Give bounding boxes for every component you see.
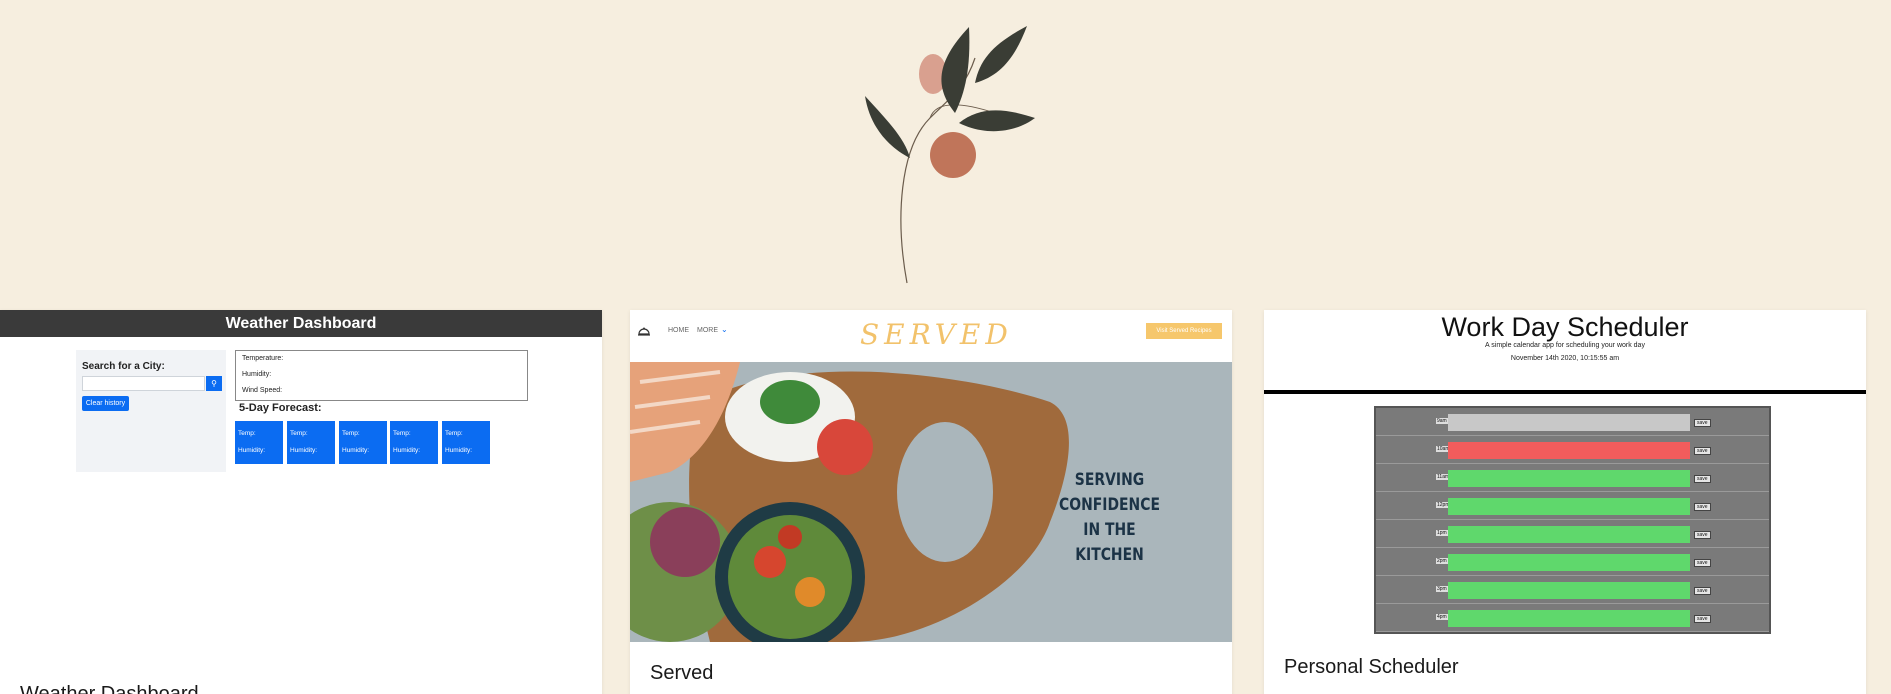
save-button[interactable]: save [1694, 587, 1711, 595]
forecast-temp: Temp: [445, 430, 463, 437]
save-button[interactable]: save [1694, 503, 1711, 511]
time-block-row: 4pm save [1376, 604, 1769, 632]
forecast-card: Temp: Humidity: [235, 421, 283, 464]
hour-label: 4pm [1436, 614, 1448, 620]
forecast-humidity: Humidity: [238, 447, 266, 454]
forecast-humidity: Humidity: [393, 447, 421, 454]
project-title[interactable]: Weather Dashboard [20, 683, 199, 694]
time-block-row: 9am save [1376, 408, 1769, 436]
hour-label: 9am [1436, 418, 1448, 424]
event-textarea[interactable] [1448, 610, 1690, 627]
weather-screenshot: Weather Dashboard Search for a City: ⚲ C… [0, 310, 602, 472]
city-search-input[interactable] [82, 376, 205, 391]
nav-home-link[interactable]: HOME [668, 327, 689, 334]
scheduler-subtitle: A simple calendar app for scheduling you… [1485, 342, 1645, 349]
served-hero-image: SERVING CONFIDENCE IN THE KITCHEN [630, 362, 1232, 642]
forecast-temp: Temp: [290, 430, 308, 437]
divider [1264, 390, 1866, 394]
forecast-temp: Temp: [393, 430, 411, 437]
scheduler-title: Work Day Scheduler [1441, 312, 1689, 342]
event-textarea[interactable] [1448, 498, 1690, 515]
weather-header: Weather Dashboard [0, 310, 602, 337]
project-card-served[interactable]: HOME MORE ⌄ SERVED Visit Served Recipes [630, 310, 1232, 694]
forecast-card: Temp: Humidity: [287, 421, 335, 464]
forecast-temp: Temp: [342, 430, 360, 437]
project-card-weather[interactable]: Weather Dashboard Search for a City: ⚲ C… [0, 310, 602, 694]
humidity-label: Humidity: [242, 371, 272, 378]
temperature-label: Temperature: [242, 355, 284, 362]
hour-label: 1pm [1436, 530, 1448, 536]
time-block-row: 10am save [1376, 436, 1769, 464]
plant-sprig-icon [865, 26, 1035, 284]
scheduler-date: November 14th 2020, 10:15:55 am [1510, 355, 1620, 362]
forecast-humidity: Humidity: [342, 447, 370, 454]
save-button[interactable]: save [1694, 615, 1711, 623]
save-button[interactable]: save [1694, 475, 1711, 483]
forecast-humidity: Humidity: [290, 447, 318, 454]
time-block-row: 1pm save [1376, 520, 1769, 548]
magnifier-icon[interactable]: ⚲ [206, 376, 222, 391]
cloche-icon[interactable] [637, 325, 651, 339]
event-textarea[interactable] [1448, 470, 1690, 487]
save-button[interactable]: save [1694, 447, 1711, 455]
time-block-row: 3pm save [1376, 576, 1769, 604]
forecast-temp: Temp: [238, 430, 256, 437]
save-button[interactable]: save [1694, 559, 1711, 567]
hour-label: 2pm [1436, 558, 1448, 564]
hour-label: 3pm [1436, 586, 1448, 592]
search-label: Search for a City: [82, 361, 165, 372]
time-block-row: 11am save [1376, 464, 1769, 492]
event-textarea[interactable] [1448, 526, 1690, 543]
nav-more-link[interactable]: MORE [697, 327, 718, 334]
hero-line: KITCHEN [1075, 545, 1144, 565]
event-textarea[interactable] [1448, 414, 1690, 431]
time-block-list: 9am save 10am save 11am save 12pm save 1… [1374, 406, 1771, 634]
visit-recipes-button[interactable]: Visit Served Recipes [1146, 323, 1222, 339]
save-button[interactable]: save [1694, 531, 1711, 539]
forecast-title: 5-Day Forecast: [239, 402, 322, 414]
time-block-row: 12pm save [1376, 492, 1769, 520]
forecast-card: Temp: Humidity: [339, 421, 387, 464]
time-block-row: 2pm save [1376, 548, 1769, 576]
served-navbar: HOME MORE ⌄ SERVED Visit Served Recipes [630, 310, 1232, 362]
forecast-humidity: Humidity: [445, 447, 473, 454]
project-title[interactable]: Personal Scheduler [1284, 656, 1459, 679]
chevron-down-icon[interactable]: ⌄ [721, 325, 728, 334]
weather-search-panel: Search for a City: ⚲ Clear history [76, 350, 226, 472]
wind-speed-label: Wind Speed: [242, 387, 283, 394]
event-textarea[interactable] [1448, 554, 1690, 571]
event-textarea[interactable] [1448, 442, 1690, 459]
save-button[interactable]: save [1694, 419, 1711, 427]
forecast-card: Temp: Humidity: [442, 421, 490, 464]
hero-line: SERVING CONFIDENCE [1059, 470, 1160, 515]
hero-tagline: SERVING CONFIDENCE IN THE KITCHEN [1048, 468, 1171, 568]
hero-line: IN THE [1083, 520, 1136, 540]
current-weather-box: Temperature: Humidity: Wind Speed: [235, 350, 528, 401]
event-textarea[interactable] [1448, 582, 1690, 599]
project-card-scheduler[interactable]: Work Day Scheduler A simple calendar app… [1264, 310, 1866, 694]
served-brand: SERVED [860, 318, 1013, 351]
forecast-card: Temp: Humidity: [390, 421, 438, 464]
project-title[interactable]: Served [650, 662, 713, 685]
clear-history-button[interactable]: Clear history [82, 396, 129, 411]
